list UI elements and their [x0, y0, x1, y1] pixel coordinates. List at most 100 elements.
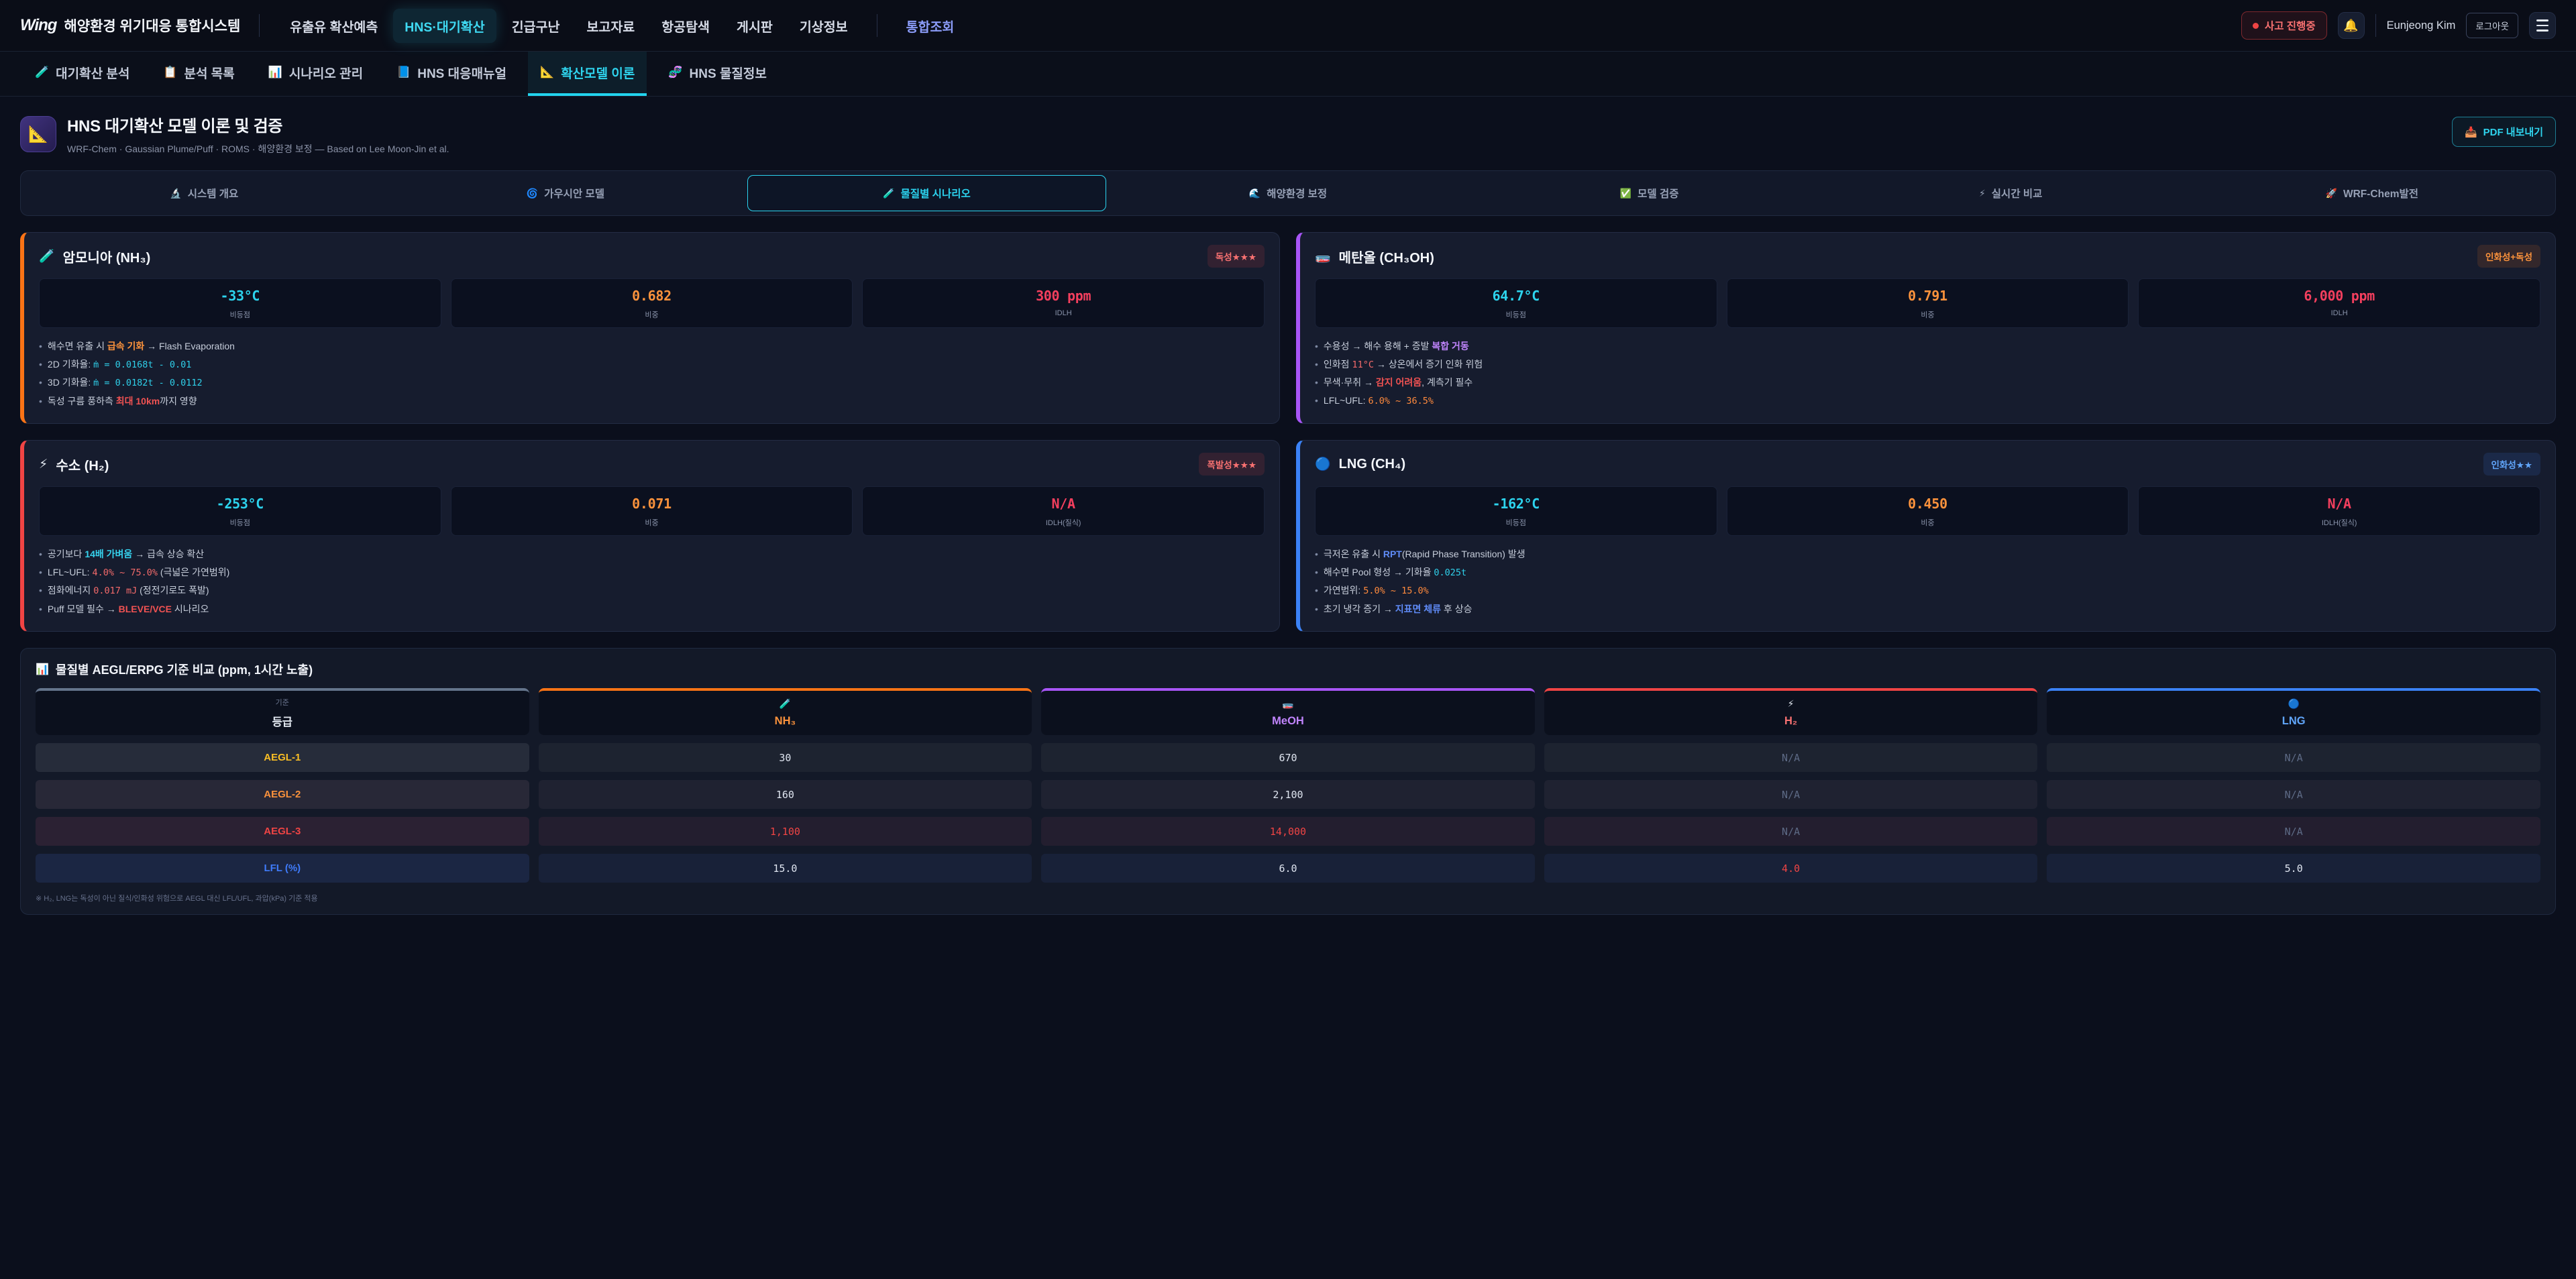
chemical-icon: 🧪	[39, 248, 55, 264]
cell-value: N/A	[2285, 826, 2303, 838]
bullet-text: 까지 영향	[160, 396, 197, 406]
bullet-item: •Puff 모델 필수 → BLEVE/VCE 시나리오	[39, 600, 1265, 618]
stat-box: N/AIDLH(질식)	[2138, 486, 2540, 536]
topnav-item-7[interactable]: 기상정보	[788, 9, 859, 43]
stat-value: 0.071	[455, 496, 849, 512]
bullet-text: 해수면 Pool 형성 → 기화율	[1324, 567, 1434, 577]
section-tab-5[interactable]: ✅모델 검증	[1470, 175, 1829, 211]
bullet-item: •2D 기화율: ṁ = 0.0168t - 0.01	[39, 355, 1265, 374]
bullet-dot-icon: •	[1315, 549, 1318, 559]
section-tab-icon: 🧪	[883, 188, 894, 199]
main-menu: 유출유 확산예측HNS·대기확산긴급구난보고자료항공탐색게시판기상정보 통합조회	[278, 9, 965, 43]
highlight-text: 0.025t	[1434, 567, 1466, 578]
section-tab-2[interactable]: 🌀가우시안 모델	[386, 175, 745, 211]
chemical-name: 수소 (H₂)	[56, 455, 109, 474]
bullet-item: •초기 냉각 증기 → 지표면 체류 후 상승	[1315, 600, 2540, 618]
bullet-item: •해수면 유출 시 급속 기화 → Flash Evaporation	[39, 337, 1265, 355]
cell-value: N/A	[2285, 789, 2303, 801]
value-cell: 2,100	[1041, 780, 1535, 809]
section-tab-7[interactable]: 🚀WRF-Chem발전	[2192, 175, 2551, 211]
hazard-badge: 폭발성★★★	[1199, 453, 1265, 476]
section-tab-label: WRF-Chem발전	[2343, 186, 2418, 201]
bullet-item: •독성 구름 풍하측 최대 10km까지 영향	[39, 392, 1265, 410]
subnav-tab-label: HNS 물질정보	[690, 64, 767, 82]
subnav-tab-4[interactable]: 📘HNS 대응매뉴얼	[384, 52, 519, 96]
chemical-name: 암모니아 (NH₃)	[63, 247, 151, 266]
subnav-tab-label: 대기확산 분석	[56, 64, 129, 82]
stat-value: 300 ppm	[867, 288, 1260, 304]
hazard-badge: 인화성+독성	[2477, 245, 2540, 268]
chemical-card-lng: 🔵LNG (CH₄)인화성★★-162°C비등점0.450비중N/AIDLH(질…	[1296, 440, 2556, 632]
section-tab-label: 물질별 시나리오	[901, 186, 971, 201]
notifications-button[interactable]: 🔔	[2338, 12, 2365, 39]
bullet-dot-icon: •	[1315, 341, 1318, 351]
stat-box: -162°C비등점	[1315, 486, 1717, 536]
stat-label: IDLH	[867, 309, 1260, 317]
stat-value: N/A	[867, 496, 1260, 512]
highlight-text: BLEVE/VCE	[119, 604, 172, 614]
subnav-tab-1[interactable]: 🧪대기확산 분석	[23, 52, 142, 96]
bullet-text: 후 상승	[1441, 604, 1472, 614]
cell-value: N/A	[1782, 826, 1800, 838]
bullet-text: (극넓은 가연범위)	[158, 567, 229, 577]
row-label: AEGL-1	[264, 752, 301, 763]
highlight-text: 0.017 mJ	[93, 586, 137, 596]
stat-label: 비등점	[44, 517, 437, 528]
subnav-tab-6[interactable]: 🧬HNS 물질정보	[656, 52, 779, 96]
subnav-tab-3[interactable]: 📊시나리오 관리	[256, 52, 375, 96]
stat-value: 0.682	[455, 288, 849, 304]
highlight-text: ṁ = 0.0182t - 0.0112	[93, 378, 203, 388]
nav-divider	[2375, 14, 2376, 37]
topnav-item-3[interactable]: 긴급구난	[500, 9, 572, 43]
bullet-text: 해수면 유출 시	[48, 341, 107, 351]
section-tab-bar: 🔬시스템 개요🌀가우시안 모델 🧪 물질별 시나리오 🌊해양환경 보정✅모델 검증⚡실…	[20, 170, 2556, 216]
app-logo: Wing 해양환경 위기대응 통합시스템	[20, 15, 240, 36]
bullet-text: , 계측기 필수	[1421, 377, 1472, 388]
pdf-export-button[interactable]: 📥 PDF 내보내기	[2452, 117, 2556, 147]
topnav-item-5[interactable]: 항공탐색	[650, 9, 721, 43]
bullet-dot-icon: •	[1315, 377, 1318, 388]
section-tab-4[interactable]: 🌊해양환경 보정	[1109, 175, 1468, 211]
table-header-icon: ⚡	[1788, 698, 1794, 710]
section-tab-3[interactable]: 🧪 물질별 시나리오	[747, 175, 1106, 211]
section-tab-label: 가우시안 모델	[544, 186, 604, 201]
stat-box: 0.071비중	[451, 486, 853, 536]
stat-label: 비등점	[44, 309, 437, 320]
chemical-card-h2: ⚡수소 (H₂)폭발성★★★-253°C비등점0.071비중N/AIDLH(질식…	[20, 440, 1280, 632]
bullet-item: •3D 기화율: ṁ = 0.0182t - 0.0112	[39, 374, 1265, 392]
topnav-item-2[interactable]: HNS·대기확산	[393, 9, 496, 43]
card-header: ⚡수소 (H₂)폭발성★★★	[39, 453, 1265, 476]
section-tab-6[interactable]: ⚡실시간 비교	[1831, 175, 2190, 211]
row-label-cell: AEGL-1	[36, 743, 529, 772]
highlight-text: 최대 10km	[116, 396, 160, 406]
bullet-dot-icon: •	[39, 604, 42, 614]
table-title: 📊 물질별 AEGL/ERPG 기준 비교 (ppm, 1시간 노출)	[36, 661, 2540, 678]
bell-icon: 🔔	[2343, 19, 2358, 33]
stat-box: 0.791비중	[1727, 278, 2129, 328]
topnav-item-4[interactable]: 보고자료	[575, 9, 646, 43]
bullet-text: 점화에너지	[48, 585, 93, 596]
section-tab-icon: ⚡	[1979, 188, 1986, 199]
topnav-item-1[interactable]: 유출유 확산예측	[278, 9, 389, 43]
subnav-tab-2[interactable]: 📋분석 목록	[151, 52, 246, 96]
stat-value: 0.791	[1731, 288, 2125, 304]
table-col-header-H₂: ⚡H₂	[1544, 688, 2038, 735]
hazard-badge: 인화성★★	[2483, 453, 2540, 476]
table-col-header-등급: 기준등급	[36, 688, 529, 735]
row-label-cell: LFL (%)	[36, 854, 529, 883]
cell-value: 5.0	[2285, 863, 2303, 875]
section-tab-1[interactable]: 🔬시스템 개요	[25, 175, 384, 211]
hamburger-menu-button[interactable]	[2529, 12, 2556, 39]
logout-button[interactable]: 로그아웃	[2466, 13, 2518, 38]
table-title-label: 물질별 AEGL/ERPG 기준 비교 (ppm, 1시간 노출)	[56, 661, 313, 678]
topnav-item-8[interactable]: 통합조회	[895, 9, 966, 43]
card-title: 🧪 암모니아 (NH₃)	[39, 247, 150, 266]
aegl-erpg-table-panel: 📊 물질별 AEGL/ERPG 기준 비교 (ppm, 1시간 노출) 기준등급…	[20, 648, 2556, 915]
row-label: AEGL-3	[264, 826, 301, 837]
subnav-tab-5[interactable]: 📐확산모델 이론	[528, 52, 647, 96]
topnav-item-6[interactable]: 게시판	[725, 9, 784, 43]
table-header-label: LNG	[2282, 715, 2306, 728]
highlight-text: ṁ = 0.0168t - 0.01	[93, 359, 191, 370]
stat-box: 64.7°C비등점	[1315, 278, 1717, 328]
top-navigation-bar: Wing 해양환경 위기대응 통합시스템 유출유 확산예측HNS·대기확산긴급구…	[0, 0, 2576, 52]
